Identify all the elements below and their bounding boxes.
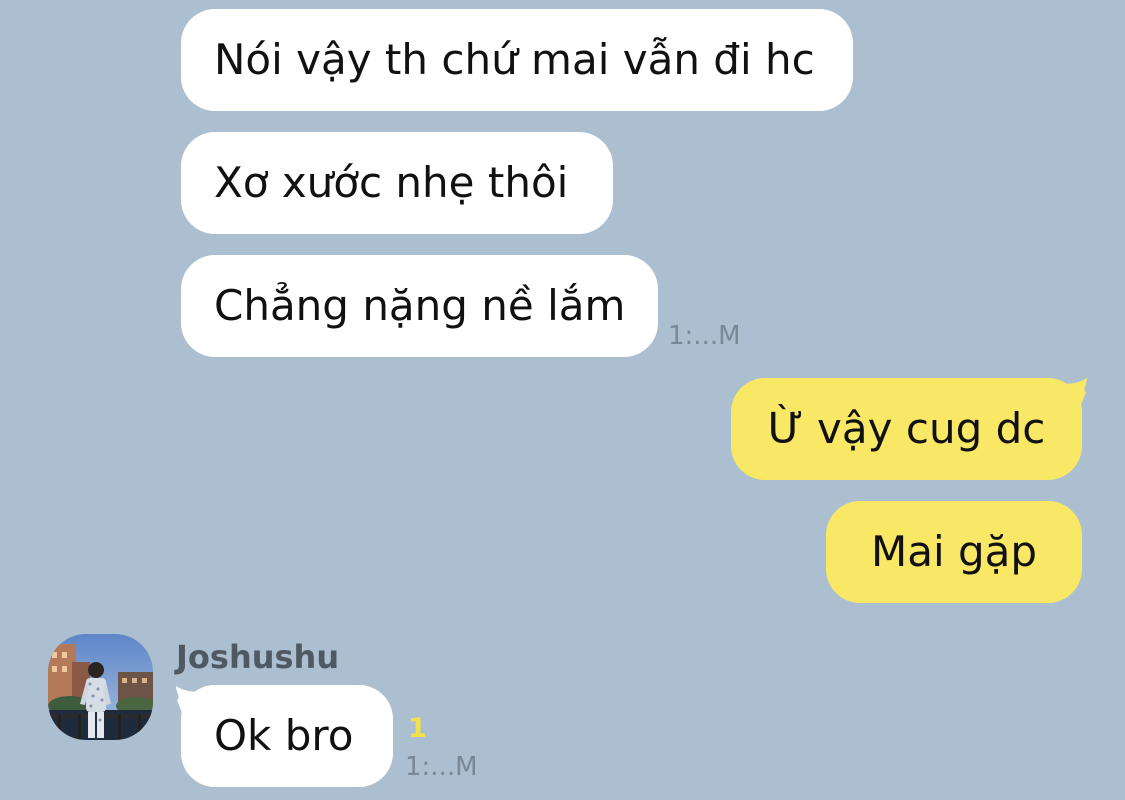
message-text: Ừ vậy cug dc [767, 404, 1046, 453]
sender-name: Joshushu [176, 638, 340, 676]
user-photo-avatar-icon [48, 634, 153, 740]
message-bubble-incoming[interactable]: Xơ xước nhẹ thôi [181, 132, 613, 234]
unread-count-badge: 1 [408, 713, 427, 744]
avatar[interactable] [48, 634, 153, 740]
message-bubble-incoming[interactable]: Chẳng nặng nề lắm [181, 255, 658, 357]
message-bubble-incoming[interactable]: Nói vậy th chứ mai vẫn đi hc [181, 9, 853, 111]
chat-thread[interactable]: Nói vậy th chứ mai vẫn đi hc Xơ xước nhẹ… [0, 0, 1125, 800]
message-text: Chẳng nặng nề lắm [214, 281, 626, 330]
message-bubble-outgoing[interactable]: Ừ vậy cug dc [731, 378, 1082, 480]
message-text: Xơ xước nhẹ thôi [214, 158, 569, 207]
message-text: Ok bro [214, 711, 354, 760]
message-bubble-outgoing[interactable]: Mai gặp [826, 501, 1082, 603]
message-text: Mai gặp [870, 527, 1038, 576]
message-timestamp: 1:...M [668, 321, 741, 351]
message-text: Nói vậy th chứ mai vẫn đi hc [214, 35, 815, 84]
message-timestamp: 1:...M [405, 752, 478, 782]
message-bubble-incoming[interactable]: Ok bro [181, 685, 393, 787]
